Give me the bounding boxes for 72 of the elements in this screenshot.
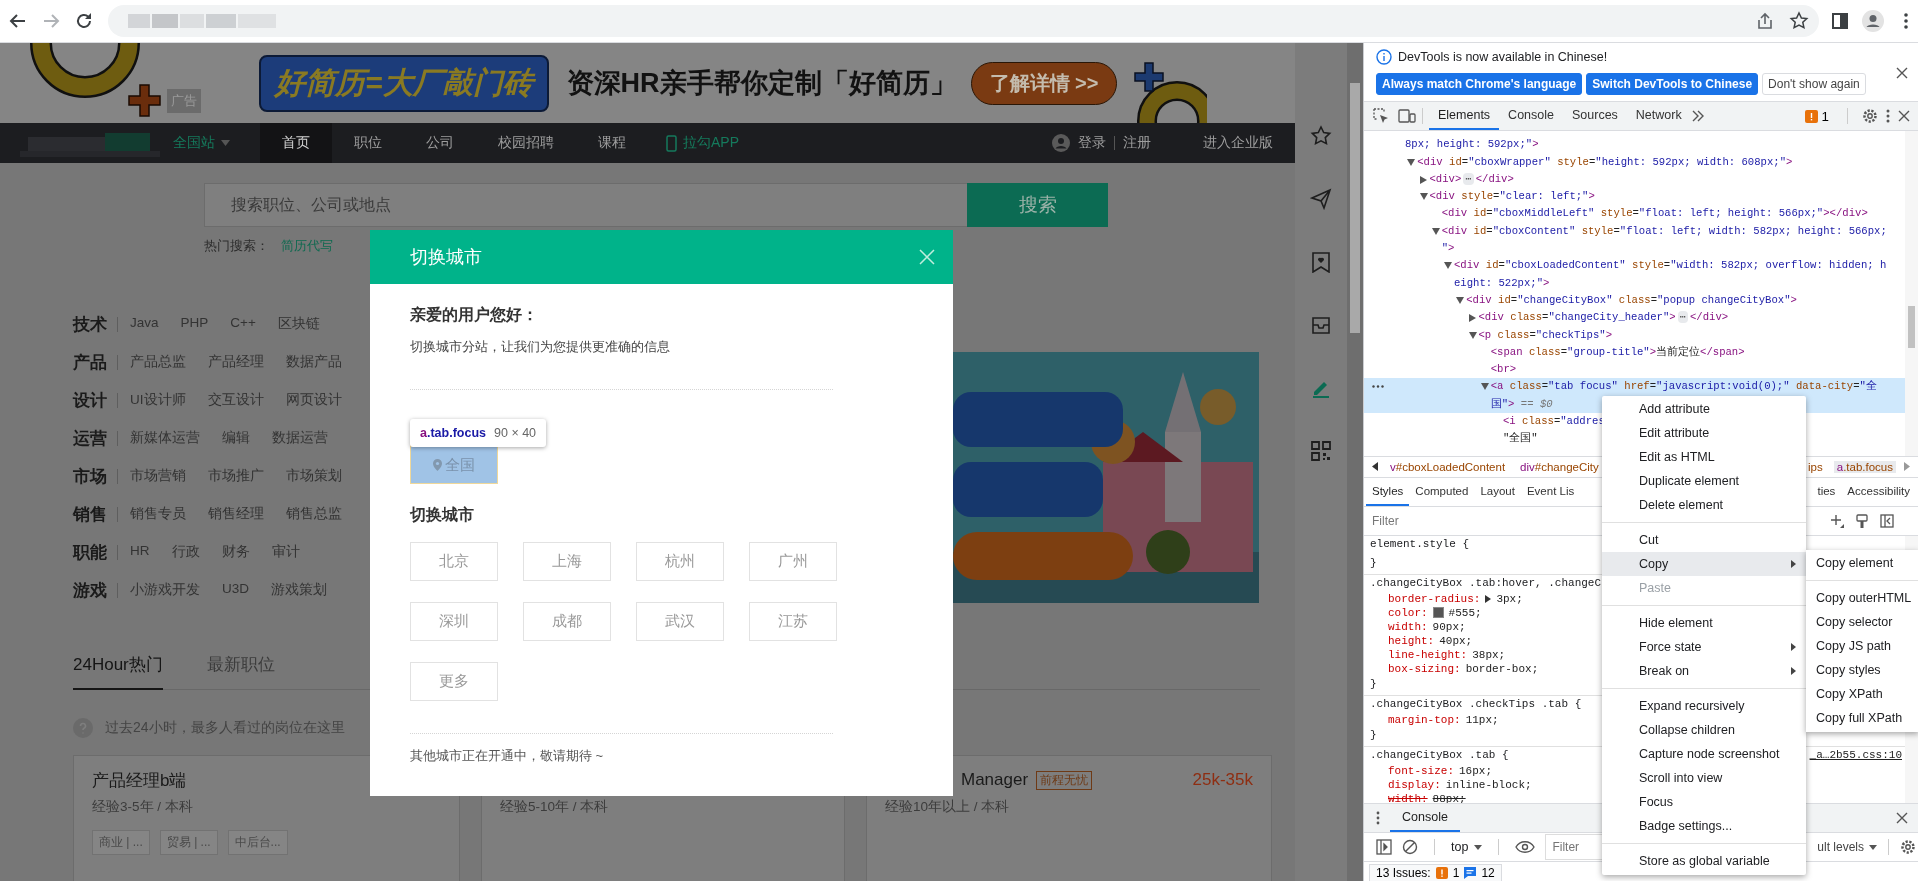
job-requirements: 经验5-10年 / 本科 bbox=[500, 798, 610, 816]
css-property: width: bbox=[1388, 619, 1428, 634]
source-tag: 前程无忧 bbox=[1036, 770, 1093, 790]
code-line: <p class="checkTips"> bbox=[1478, 328, 1613, 341]
css-value: #555; bbox=[1448, 605, 1482, 620]
css-selector: element.style { bbox=[1370, 537, 1470, 552]
code-line: 8px; height: 592px;"> bbox=[1405, 138, 1539, 151]
element-selector: a.tab.focus bbox=[420, 426, 486, 440]
hot-search-label: 热门搜索： bbox=[204, 237, 269, 255]
css-property: margin-top: bbox=[1388, 712, 1461, 727]
css-value: 40px; bbox=[1439, 633, 1473, 648]
code-line: <span class="group-title">当前定位</span> bbox=[1490, 345, 1745, 358]
code-line: "全国" bbox=[1503, 432, 1538, 445]
css-value: 16px; bbox=[1459, 763, 1493, 778]
closing-brace: } bbox=[1370, 727, 1377, 742]
code-line: <div id="cboxWrapper" style="height: 592px; width: 608px;"> bbox=[1417, 155, 1793, 168]
code-line: 国"> == $0 bbox=[1490, 397, 1553, 410]
issues-label: 13 Issues: bbox=[1376, 866, 1431, 880]
code-line: <div style="clear: left;"> bbox=[1429, 190, 1595, 203]
job-title: Manager bbox=[961, 770, 1029, 790]
closing-brace: } bbox=[1370, 555, 1377, 570]
intro-text: 切换城市分站，让我们为您提供更准确的信息 bbox=[410, 338, 671, 356]
css-property: width: bbox=[1388, 791, 1428, 803]
job-requirements: 经验3-5年 / 本科 bbox=[92, 798, 194, 816]
info-count: 12 bbox=[1481, 866, 1495, 880]
css-property: line-height: bbox=[1388, 647, 1468, 662]
category-label: 游戏 bbox=[73, 579, 108, 602]
css-property: font-size: bbox=[1388, 763, 1454, 778]
issues-count: 1 bbox=[1821, 108, 1829, 124]
code-line: <div id="changeCityBox" class="popup changeCityBox"> bbox=[1466, 293, 1797, 306]
dialog-title: 切换城市 bbox=[410, 246, 482, 269]
category-label: 产品 bbox=[73, 351, 108, 374]
code-line: <a class="tab focus" href="javascript:void(0);" data-city="全 bbox=[1490, 380, 1877, 393]
code-line: <div id="cboxContent" style="float: left; width: 582px; height: 566px; bbox=[1441, 224, 1887, 237]
ad-headline: 资深HR亲手帮你定制「好简历」 bbox=[566, 67, 957, 100]
salary: 25k-35k bbox=[1192, 770, 1253, 790]
code-line: <div> ⋯ </div> bbox=[1429, 172, 1514, 185]
css-value: 3px; bbox=[1496, 591, 1523, 606]
code-line: <br> bbox=[1490, 363, 1517, 376]
category-label: 设计 bbox=[73, 389, 108, 412]
css-value: border-box; bbox=[1465, 661, 1539, 676]
closing-brace: } bbox=[1370, 676, 1377, 691]
code-line: <div id="cboxMiddleLeft" style="float: left; height: 566px;"></div> bbox=[1441, 207, 1868, 220]
css-value: 90px; bbox=[1432, 619, 1466, 634]
code-line: eight: 522px;"> bbox=[1454, 276, 1550, 289]
warning-count: 1 bbox=[1452, 866, 1460, 880]
category-label: 市场 bbox=[73, 465, 108, 488]
job-title: 产品经理b端 bbox=[92, 769, 187, 792]
slogan-bubble: 好简历=大厂敲门砖 bbox=[259, 54, 549, 112]
css-property: box-sizing: bbox=[1388, 661, 1461, 676]
section-title: 切换城市 bbox=[410, 505, 475, 525]
category-label: 销售 bbox=[73, 503, 108, 526]
css-selector: .changeCityBox .tab { bbox=[1370, 748, 1509, 763]
css-selector: .changeCityBox .checkTips .tab { bbox=[1370, 697, 1582, 712]
css-value: 11px; bbox=[1465, 712, 1499, 727]
code-line: <div id="cboxLoadedContent" style="width: 582px; overflow: hidden; h bbox=[1454, 259, 1887, 272]
job-tag: 贸易 | ... bbox=[159, 830, 218, 855]
css-value: inline-block; bbox=[1445, 777, 1532, 792]
code-line: "> bbox=[1441, 242, 1455, 255]
infobar-message: DevTools is now available in Chinese! bbox=[1398, 50, 1608, 64]
css-property: color: bbox=[1388, 605, 1428, 620]
css-property: display: bbox=[1388, 777, 1441, 792]
category-label: 职能 bbox=[73, 541, 108, 564]
css-property: border-radius: bbox=[1388, 591, 1481, 606]
css-value: 38px; bbox=[1472, 647, 1506, 662]
code-line: <div class="changeCity_header"> ⋯ </div> bbox=[1478, 311, 1729, 324]
category-label: 运营 bbox=[73, 427, 108, 450]
element-size: 90 × 40 bbox=[494, 426, 537, 440]
css-selector: .changeCityBox .tab:hover, .changeC bbox=[1370, 576, 1602, 591]
category-label: 技术 bbox=[73, 313, 108, 336]
css-property: height: bbox=[1388, 633, 1435, 648]
greeting: 亲爱的用户您好： bbox=[410, 305, 539, 325]
